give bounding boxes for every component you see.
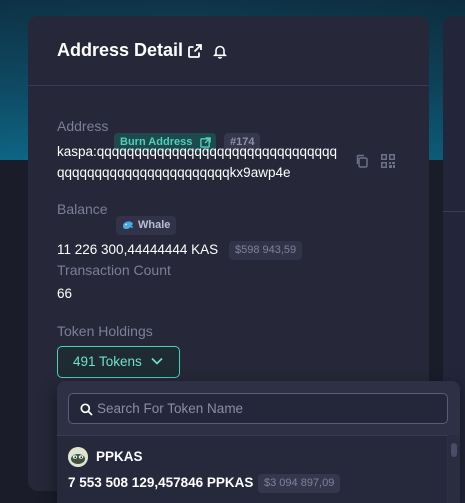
address-value-line1: kaspa:qqqqqqqqqqqqqqqqqqqqqqqqqqqqqqqq xyxy=(57,144,338,159)
transaction-count-value: 66 xyxy=(57,286,73,301)
token-search-field[interactable] xyxy=(68,393,448,424)
qr-code-icon[interactable] xyxy=(380,153,396,169)
whale-badge-text: Whale xyxy=(138,219,171,231)
external-link-icon[interactable] xyxy=(187,43,203,59)
whale-icon xyxy=(123,221,133,229)
token-list-item[interactable]: PPKAS 7 553 508 129,457846 PPKAS $3 094 … xyxy=(57,435,447,503)
token-search-input[interactable] xyxy=(97,394,437,423)
card-header: Address Detail xyxy=(28,16,429,86)
token-holdings-button-label: 491 Tokens xyxy=(73,354,142,369)
token-logo-icon xyxy=(68,447,88,467)
bell-icon[interactable] xyxy=(212,43,228,59)
page-title: Address Detail xyxy=(57,40,184,60)
whale-badge: Whale xyxy=(116,216,177,235)
search-icon xyxy=(80,403,93,416)
token-dropdown-menu: PPKAS 7 553 508 129,457846 PPKAS $3 094 … xyxy=(57,381,460,503)
copy-icon[interactable] xyxy=(354,153,370,169)
token-holdings-label: Token Holdings xyxy=(57,323,153,339)
balance-usd-badge: $598 943,59 xyxy=(229,241,303,260)
token-amount: 7 553 508 129,457846 PPKAS xyxy=(68,475,254,490)
transaction-count-label: Transaction Count xyxy=(57,262,171,278)
chevron-down-icon xyxy=(151,357,163,365)
token-holdings-dropdown-button[interactable]: 491 Tokens xyxy=(57,346,180,378)
token-name: PPKAS xyxy=(96,449,143,464)
side-panel-divider xyxy=(443,211,465,212)
address-label: Address xyxy=(57,118,109,134)
scrollbar-thumb[interactable] xyxy=(451,443,457,457)
dropdown-scrollbar[interactable] xyxy=(448,435,460,503)
balance-value: 11 226 300,44444444 KAS xyxy=(57,242,219,257)
token-usd-badge: $3 094 897,09 xyxy=(258,474,341,493)
address-value-line2: qqqqqqqqqqqqqqqqqqqqqqqkx9awp4e xyxy=(57,165,291,180)
balance-label: Balance xyxy=(57,201,108,217)
